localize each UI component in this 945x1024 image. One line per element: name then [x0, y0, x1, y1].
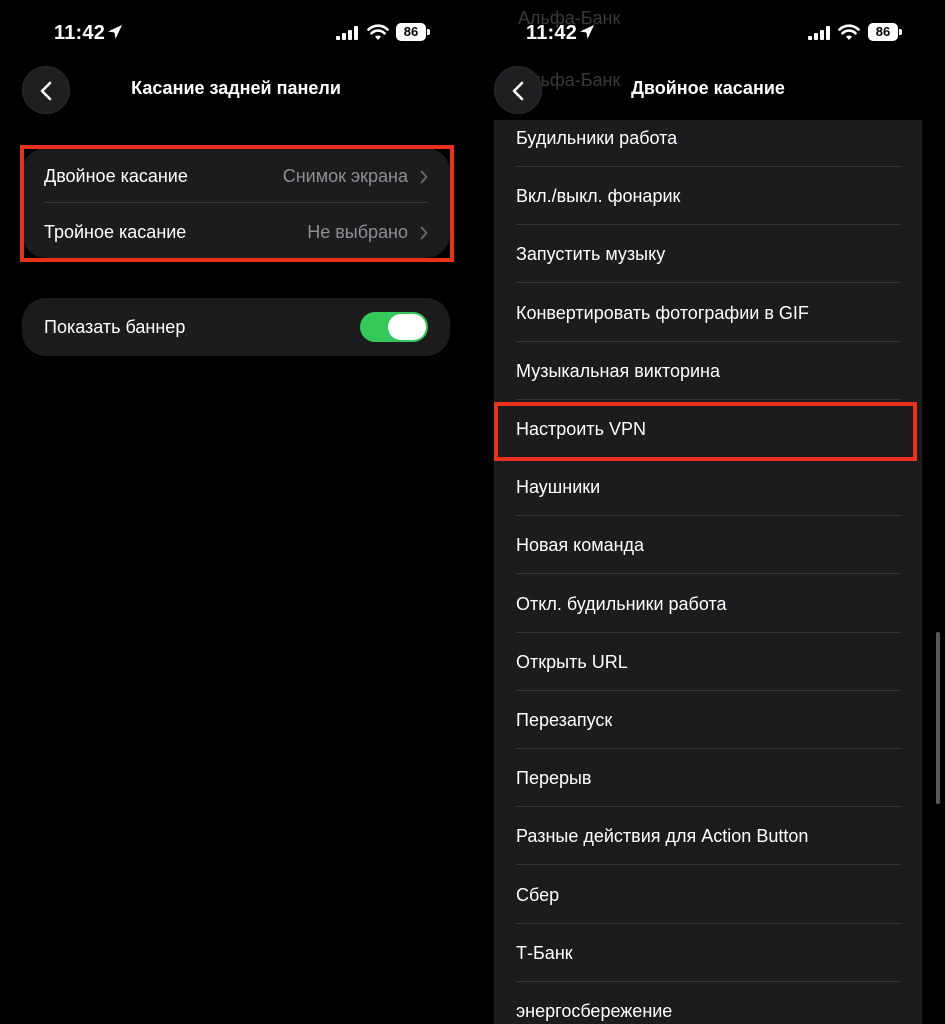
action-label: Конвертировать фотографии в GIF [516, 303, 809, 323]
screen-edge [922, 0, 945, 1024]
double-tap-screen: Будильники работа Вкл./выкл. фонарик Запус… [494, 0, 922, 1024]
action-label: Вкл./выкл. фонарик [516, 186, 681, 206]
cellular-signal-icon [808, 26, 830, 40]
action-label: Т-Банк [516, 943, 573, 963]
wifi-icon [367, 24, 389, 40]
back-button[interactable] [494, 66, 542, 114]
battery-icon: 86 [868, 23, 902, 41]
action-label: Музыкальная викторина [516, 361, 721, 381]
action-label: энергосбережение [516, 1001, 673, 1021]
action-list-item[interactable]: Новая команда [494, 516, 922, 574]
action-label: Перезапуск [516, 710, 613, 730]
action-list-item[interactable]: Т-Банк [494, 924, 922, 982]
row-separator [516, 282, 901, 283]
action-list-item[interactable]: Вкл./выкл. фонарик [494, 167, 922, 225]
action-list-item[interactable]: Сбер [494, 866, 922, 924]
location-arrow-icon [580, 25, 594, 39]
panel-divider [472, 0, 494, 1024]
chevron-left-icon [40, 81, 52, 101]
action-list-item[interactable]: энергосбережение [494, 982, 922, 1024]
battery-level: 86 [875, 24, 891, 39]
action-label: Сбер [516, 885, 560, 905]
action-label: Новая команда [516, 535, 645, 555]
action-list-item[interactable]: Разные действия для Action Button [494, 807, 922, 865]
location-arrow-icon [108, 25, 122, 39]
action-label: Разные действия для Action Button [516, 826, 809, 846]
banner-group: Показать баннер [22, 298, 450, 356]
tap-settings-screen: 11:42 86 Касание задней панели Двойное к… [0, 0, 472, 1024]
status-time: 11:42 [526, 22, 578, 44]
action-label: Будильники работа [516, 128, 678, 148]
action-label: Наушники [516, 477, 601, 497]
action-label: Открыть URL [516, 652, 628, 672]
action-list-item[interactable]: Конвертировать фотографии в GIF [494, 284, 922, 342]
wifi-icon [838, 24, 860, 40]
chevron-left-icon [512, 81, 524, 101]
action-label: Откл. будильники работа [516, 594, 727, 614]
action-list-item[interactable]: Перезапуск [494, 691, 922, 749]
action-list-item[interactable]: Перерыв [494, 749, 922, 807]
action-list-item[interactable]: Музыкальная викторина [494, 342, 922, 400]
battery-level: 86 [403, 24, 419, 39]
highlight-frame [20, 145, 454, 262]
back-button[interactable] [22, 66, 70, 114]
action-label: Перерыв [516, 768, 592, 788]
highlight-frame [494, 402, 917, 461]
battery-icon: 86 [396, 23, 430, 41]
nav-header: Альфа-Банк Альфа-Банк 11:42 86 Двойное к… [494, 0, 922, 120]
status-time: 11:42 [54, 22, 106, 44]
scrollbar[interactable] [936, 632, 940, 804]
cellular-signal-icon [336, 26, 358, 40]
page-title: Двойное касание [631, 78, 785, 98]
action-list-item[interactable]: Откл. будильники работа [494, 575, 922, 633]
show-banner-row: Показать баннер [22, 298, 450, 356]
page-title: Касание задней панели [131, 78, 341, 98]
status-bar: 11:42 86 [0, 16, 472, 48]
show-banner-label: Показать баннер [44, 317, 186, 337]
row-separator [516, 573, 901, 574]
action-list-item[interactable]: Запустить музыку [494, 225, 922, 283]
action-list-item[interactable]: Открыть URL [494, 633, 922, 691]
row-separator [516, 864, 901, 865]
show-banner-toggle[interactable] [360, 312, 428, 342]
action-list-item[interactable]: Наушники [494, 458, 922, 516]
status-bar: 11:42 86 [494, 16, 922, 48]
action-label: Запустить музыку [516, 244, 666, 264]
